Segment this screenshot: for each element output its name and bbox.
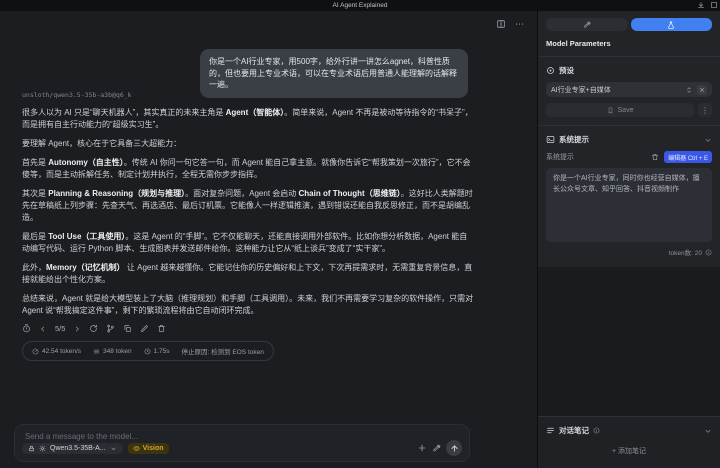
chevron-down-icon — [705, 429, 711, 433]
chat-panel: ⋯ 你是一个AI行业专家，用500字，给外行讲一讲怎么agnet，科普性质的，但… — [0, 11, 537, 468]
chat-menu-icon[interactable]: ⋯ — [515, 20, 525, 29]
window-panel-icon[interactable] — [710, 1, 718, 9]
preset-more-button[interactable]: ⋮ — [698, 103, 712, 117]
divider — [538, 125, 720, 126]
preset-select[interactable]: AI行业专家+自媒体 — [546, 82, 712, 97]
prev-version-icon[interactable] — [39, 325, 47, 333]
info-icon — [593, 427, 600, 434]
add-note-button[interactable]: + 添加笔记 — [546, 446, 712, 456]
tab-settings[interactable] — [546, 18, 628, 31]
system-prompt-input[interactable]: 你是一个AI行业专家，同时你也经营自媒体，擅长公众号文章、知乎回答、抖音视频制作 — [546, 168, 712, 242]
conversation-notes-section: 对话笔记 + 添加笔记 — [538, 416, 720, 468]
assistant-model-name: unsloth/qwen3.5-35b-a3b@q6_k — [22, 91, 132, 99]
attach-icon[interactable] — [417, 443, 427, 453]
assistant-action-bar: 5/5 — [22, 324, 474, 333]
settings-sidebar: Model Parameters 预设 AI行业专家+自媒体 Save ⋮ 系统… — [537, 11, 720, 468]
preset-section-header[interactable]: 预设 — [546, 65, 712, 76]
assistant-paragraph: 最后是 Tool Use（工具使用）。这是 Agent 的“手脚”。它不仅能聊天… — [22, 232, 468, 253]
terminal-icon — [546, 136, 555, 143]
download-icon[interactable] — [697, 1, 705, 9]
model-selector[interactable]: Qwen3.5-35B-A... — [22, 442, 123, 454]
gauge-icon — [32, 348, 39, 354]
version-pagination: 5/5 — [55, 324, 66, 333]
clear-preset-button[interactable] — [697, 84, 707, 95]
assistant-paragraph: 总结来说，Agent 就是给大模型装上了大脑（推理规划）和手脚（工具调用）。未来… — [22, 294, 474, 315]
vision-badge: Vision — [127, 442, 169, 454]
branch-icon[interactable] — [106, 324, 115, 333]
stat-stop-reason: 停止原因: 检测到 EOS token — [181, 349, 264, 356]
tools-icon[interactable] — [432, 444, 441, 453]
token-count: token数: 20 — [546, 247, 712, 257]
notes-section-header[interactable]: 对话笔记 — [546, 425, 712, 436]
chevron-updown-icon — [687, 86, 691, 93]
wrench-icon — [583, 21, 591, 28]
user-message-text: 你是一个AI行业专家，用500字，给外行讲一讲怎么agnet，科普性质的，但也要… — [209, 57, 457, 89]
divider — [538, 56, 720, 57]
preset-actions: Save ⋮ — [546, 103, 712, 117]
sidebar-heading: Model Parameters — [546, 39, 611, 48]
assistant-paragraph: 要理解 Agent，核心在于它具备三大超能力： — [22, 139, 182, 148]
stat-tokens: 348 token — [93, 348, 132, 355]
clear-system-prompt-icon[interactable] — [651, 153, 659, 161]
stat-time: 1.75s — [144, 348, 170, 355]
copy-icon[interactable] — [123, 324, 132, 333]
assistant-paragraph: 此外，Memory（记忆机制） 让 Agent 越来越懂你。它能记住你的历史偏好… — [22, 263, 473, 284]
clock-icon — [144, 348, 151, 354]
system-prompt-section-header[interactable]: 系统提示 — [546, 134, 712, 145]
chevron-down-icon — [705, 138, 711, 142]
eye-icon — [132, 445, 140, 451]
editor-shortcut-badge[interactable]: 编辑器 Ctrl + E — [664, 151, 712, 163]
preset-value: AI行业专家+自媒体 — [551, 86, 611, 94]
send-button[interactable] — [446, 440, 462, 456]
regenerate-icon[interactable] — [89, 324, 98, 333]
chat-toolbar: ⋯ — [496, 19, 525, 29]
assistant-paragraph: 首先是 Autonomy（自主性）。传统 AI 你问一句它答一句，而 Agent… — [22, 158, 471, 179]
preset-icon — [547, 67, 554, 74]
stack-icon — [93, 349, 100, 353]
titlebar-actions — [697, 1, 718, 9]
save-preset-button[interactable]: Save — [546, 103, 694, 117]
list-icon — [547, 427, 554, 434]
assistant-paragraph: 很多人以为 AI 只是“聊天机器人”，其实真正的未来主角是 Agent（智能体）… — [22, 108, 473, 129]
next-version-icon[interactable] — [73, 325, 81, 333]
composer-toolbar: Qwen3.5-35B-A... Vision — [22, 440, 462, 456]
gear-icon — [39, 445, 46, 451]
lock-icon — [29, 445, 34, 451]
arrow-up-icon — [450, 444, 458, 452]
system-prompt-field-header: 系统提示 编辑器 Ctrl + E — [546, 151, 712, 163]
split-view-icon[interactable] — [496, 19, 506, 29]
titlebar: AI Agent Explained — [0, 0, 720, 11]
chevron-down-icon — [111, 447, 116, 450]
edit-icon[interactable] — [140, 324, 149, 333]
composer[interactable]: Send a message to the model... Qwen3.5-3… — [14, 424, 470, 462]
assistant-turn: unsloth/qwen3.5-35b-a3b@q6_k 很多人以为 AI 只是… — [22, 91, 474, 361]
delete-icon[interactable] — [157, 324, 166, 333]
info-icon — [705, 249, 712, 255]
stat-speed: 42.54 token/s — [32, 348, 81, 355]
sidebar-tabs — [546, 18, 712, 31]
model-chip-label: Qwen3.5-35B-A... — [50, 444, 106, 452]
bookmark-icon — [608, 107, 612, 113]
generation-stats: 42.54 token/s 348 token 1.75s 停止原因: 检测到 … — [22, 341, 274, 361]
close-icon — [700, 87, 704, 92]
tab-experiment[interactable] — [630, 18, 712, 31]
window-title: AI Agent Explained — [332, 2, 388, 9]
flask-icon — [668, 21, 675, 29]
model-parameters-panel: Model Parameters 预设 AI行业专家+自媒体 Save ⋮ 系统… — [538, 11, 720, 267]
stopwatch-icon[interactable] — [22, 324, 31, 333]
assistant-message: 很多人以为 AI 只是“聊天机器人”，其实真正的未来主角是 Agent（智能体）… — [22, 107, 474, 317]
assistant-paragraph: 其次是 Planning & Reasoning（规划与推理）。面对复杂问题，A… — [22, 189, 473, 222]
app-window: AI Agent Explained ⋯ 你是一个AI行业专家，用500字，给外… — [0, 0, 720, 468]
